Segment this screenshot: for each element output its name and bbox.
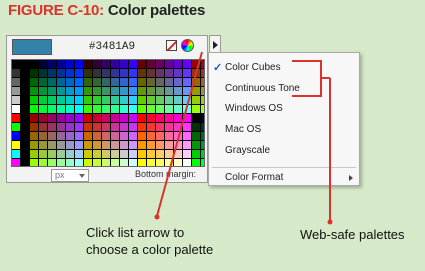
callout-line-1: Click list arrow to [86,225,185,240]
callout-dot [327,219,333,225]
callout-line-2: choose a color palette [86,242,214,257]
list-arrow-callout: Click list arrow to choose a color palet… [86,224,213,258]
callout-dot [154,214,160,220]
web-safe-callout: Web-safe palettes [300,227,405,242]
